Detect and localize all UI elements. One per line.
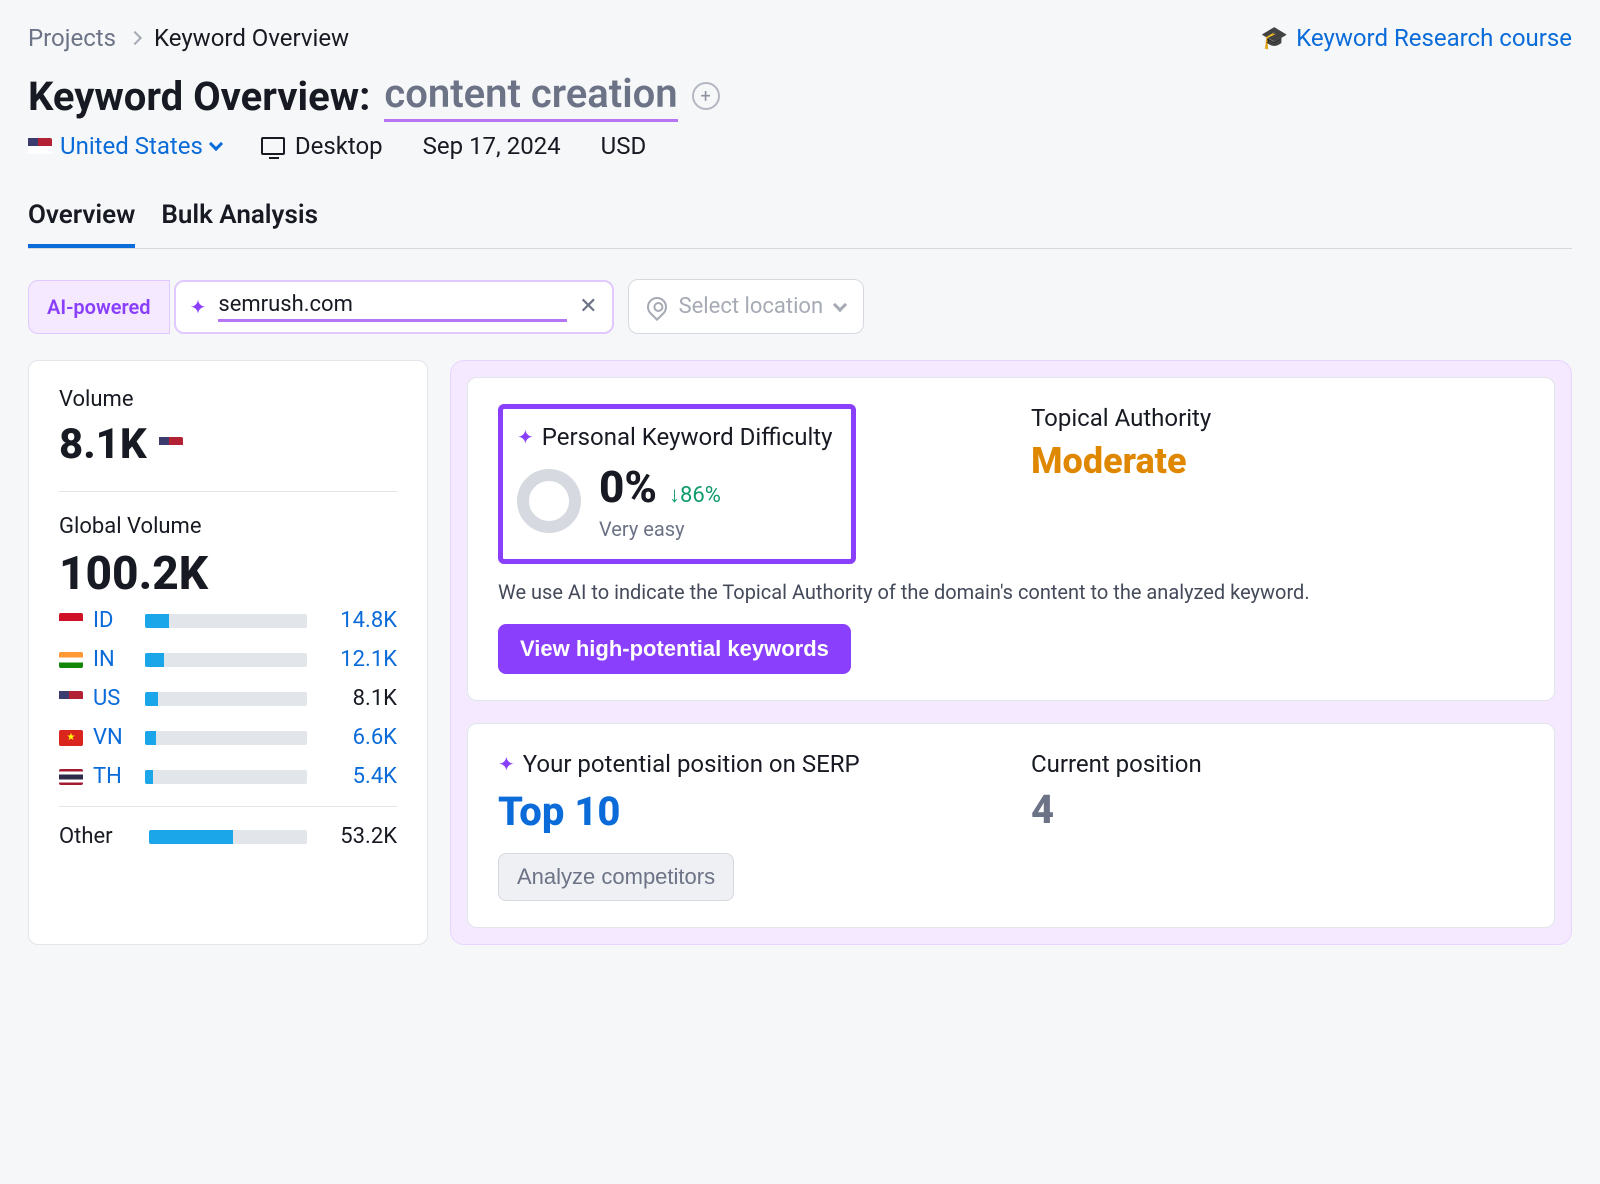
country-code: VN bbox=[93, 725, 125, 750]
device-selector[interactable]: Desktop bbox=[261, 132, 383, 160]
personal-keyword-difficulty-box: ✦ Personal Keyword Difficulty 0% ↓86% bbox=[498, 404, 856, 564]
other-value: 53.2K bbox=[327, 824, 397, 849]
ai-powered-badge: AI-powered bbox=[28, 280, 170, 334]
us-flag-icon bbox=[59, 691, 83, 707]
country-label: United States bbox=[60, 132, 203, 160]
domain-input[interactable]: ✦ semrush.com ✕ bbox=[174, 280, 614, 334]
country-volume: 12.1K bbox=[327, 647, 397, 672]
location-selector[interactable]: Select location bbox=[628, 279, 865, 334]
topical-authority-value: Moderate bbox=[1031, 440, 1524, 482]
difficulty-donut-icon bbox=[517, 469, 581, 533]
tab-overview[interactable]: Overview bbox=[28, 200, 135, 248]
vn-flag-icon bbox=[59, 730, 83, 746]
global-volume-row[interactable]: ID 14.8K bbox=[59, 601, 397, 640]
global-volume-other-row: Other 53.2K bbox=[59, 817, 397, 856]
volume-label: Volume bbox=[59, 387, 397, 412]
difficulty-authority-card: ✦ Personal Keyword Difficulty 0% ↓86% bbox=[467, 377, 1555, 701]
serp-position-card: ✦ Your potential position on SERP Top 10… bbox=[467, 723, 1555, 928]
device-label: Desktop bbox=[295, 132, 383, 160]
country-selector[interactable]: United States bbox=[28, 132, 221, 160]
location-placeholder: Select location bbox=[679, 294, 824, 319]
country-volume: 6.6K bbox=[327, 725, 397, 750]
th-flag-icon bbox=[59, 769, 83, 785]
us-flag-icon bbox=[28, 138, 52, 154]
volume-card: Volume 8.1K Global Volume 100.2K ID 14.8K… bbox=[28, 360, 428, 945]
in-flag-icon bbox=[59, 652, 83, 668]
global-volume-row[interactable]: US 8.1K bbox=[59, 679, 397, 718]
desktop-icon bbox=[261, 137, 285, 155]
country-volume: 14.8K bbox=[327, 608, 397, 633]
country-code: US bbox=[93, 686, 125, 711]
global-volume-label: Global Volume bbox=[59, 514, 397, 539]
pkd-delta: ↓86% bbox=[669, 482, 721, 508]
current-position-label: Current position bbox=[1031, 750, 1524, 778]
keyword-text: content creation bbox=[384, 70, 677, 122]
analyze-competitors-button[interactable]: Analyze competitors bbox=[498, 853, 734, 901]
breadcrumb-current: Keyword Overview bbox=[154, 24, 349, 52]
view-high-potential-keywords-button[interactable]: View high-potential keywords bbox=[498, 624, 851, 674]
global-volume-row[interactable]: TH 5.4K bbox=[59, 757, 397, 796]
country-volume: 5.4K bbox=[327, 764, 397, 789]
tab-bulk-analysis[interactable]: Bulk Analysis bbox=[161, 200, 318, 248]
breadcrumb-root[interactable]: Projects bbox=[28, 24, 116, 52]
date-label: Sep 17, 2024 bbox=[423, 132, 561, 160]
serp-value: Top 10 bbox=[498, 788, 991, 835]
serp-title: Your potential position on SERP bbox=[523, 750, 860, 778]
graduation-cap-icon: 🎓 bbox=[1261, 26, 1288, 51]
volume-value: 8.1K bbox=[59, 420, 397, 469]
page-title: Keyword Overview: bbox=[28, 73, 370, 120]
current-position-value: 4 bbox=[1031, 786, 1524, 833]
country-code: IN bbox=[93, 647, 125, 672]
breadcrumb: Projects Keyword Overview bbox=[28, 24, 349, 52]
pkd-verdict: Very easy bbox=[599, 517, 721, 541]
location-pin-icon bbox=[642, 292, 670, 320]
country-volume: 8.1K bbox=[327, 686, 397, 711]
other-label: Other bbox=[59, 824, 129, 849]
sparkle-icon: ✦ bbox=[517, 425, 534, 449]
sparkle-icon: ✦ bbox=[190, 295, 207, 319]
us-flag-icon bbox=[159, 437, 183, 453]
sparkle-icon: ✦ bbox=[498, 752, 515, 776]
country-code: ID bbox=[93, 608, 125, 633]
chevron-down-icon bbox=[833, 297, 847, 311]
topical-authority-desc: We use AI to indicate the Topical Author… bbox=[498, 578, 1524, 606]
global-volume-value: 100.2K bbox=[59, 547, 397, 601]
currency-label: USD bbox=[601, 132, 647, 160]
global-volume-row[interactable]: IN 12.1K bbox=[59, 640, 397, 679]
chevron-right-icon bbox=[128, 31, 142, 45]
global-volume-row[interactable]: VN 6.6K bbox=[59, 718, 397, 757]
add-keyword-button[interactable]: + bbox=[692, 82, 720, 110]
clear-domain-button[interactable]: ✕ bbox=[579, 294, 597, 319]
id-flag-icon bbox=[59, 613, 83, 629]
course-link-label: Keyword Research course bbox=[1296, 24, 1572, 52]
country-code: TH bbox=[93, 764, 125, 789]
keyword-research-course-link[interactable]: 🎓 Keyword Research course bbox=[1261, 24, 1572, 52]
pkd-title: Personal Keyword Difficulty bbox=[542, 423, 833, 451]
topical-authority-label: Topical Authority bbox=[1031, 404, 1524, 432]
domain-text: semrush.com bbox=[218, 292, 567, 322]
pkd-percent: 0% bbox=[599, 461, 657, 513]
chevron-down-icon bbox=[209, 137, 223, 151]
